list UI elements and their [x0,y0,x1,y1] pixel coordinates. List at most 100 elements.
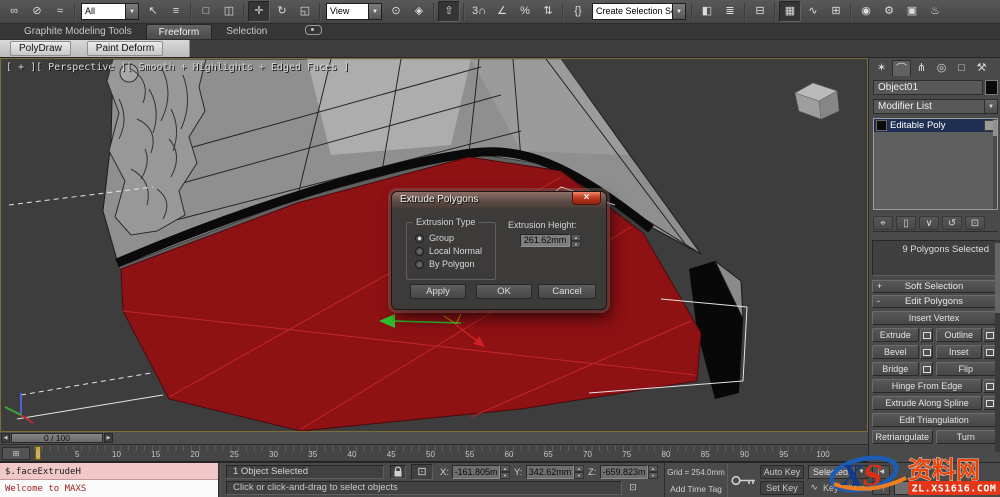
configure-modifier-sets-icon[interactable]: ⊡ [965,215,985,230]
edit-triangulation-button[interactable]: Edit Triangulation [872,413,996,427]
command-panel-tab-modify[interactable]: ⌒ [892,60,911,76]
keyboard-shortcut-override-icon[interactable]: ⇧ [438,1,460,22]
ribbon-panel-polydraw[interactable]: PolyDraw [10,41,71,56]
bevel-settings-button[interactable] [919,345,933,359]
rendered-frame-window-icon[interactable]: ▣ [901,1,923,22]
align-icon[interactable]: ≣ [719,1,741,22]
bridge-settings-button[interactable] [919,362,933,376]
snaps-toggle-3d-icon[interactable]: 3∩ [468,1,490,22]
dropdown-arrow-icon[interactable]: ▼ [368,4,381,19]
spinner-down-icon[interactable]: ▼ [500,472,510,479]
manage-layers-icon[interactable]: ⊟ [749,1,771,22]
hinge-from-edge-button[interactable]: Hinge From Edge [872,379,982,393]
graphite-modeling-tools-toggle-icon[interactable]: ▦ [779,1,801,22]
spinner-up-icon[interactable]: ▲ [648,465,658,472]
viewport-menu-pov[interactable]: [ Perspective ] [36,62,126,73]
select-by-name-icon[interactable]: ≡ [165,1,187,22]
ribbon-tab-freeform[interactable]: Freeform [145,24,213,39]
reference-coordinate-system-dropdown[interactable]: View ▼ [326,3,382,20]
flip-button[interactable]: Flip [935,362,996,376]
bevel-button[interactable]: Bevel [872,345,919,359]
ribbon-panel-paint-deform[interactable]: Paint Deform [86,41,164,56]
select-and-manipulate-icon[interactable]: ◈ [408,1,430,22]
outline-button[interactable]: Outline [935,328,982,342]
command-panel-tab-utilities[interactable]: ⚒ [972,60,991,76]
next-frame-button[interactable]: ▶ [104,433,113,443]
radio-option-local-normal[interactable]: Local Normal [415,246,482,256]
time-slider[interactable]: 0 / 100 [11,433,103,443]
track-bar[interactable]: ⊞ 0 5 10 15 20 25 30 35 40 45 50 55 60 65 70 75 80 85 90 95… [0,446,868,462]
viewport-menu-shading[interactable]: [ Smooth + Highlights + Edged Faces ] [126,62,349,73]
bind-to-space-warp-icon[interactable]: ≈ [49,1,71,22]
turn-button[interactable]: Turn [935,430,996,444]
x-coordinate-spinner[interactable]: ▲ ▼ [500,465,510,479]
edit-named-selection-sets-icon[interactable]: {} [567,1,589,22]
stack-scrollbar[interactable] [993,119,997,209]
dropdown-arrow-icon[interactable]: ▼ [984,100,997,113]
dropdown-arrow-icon[interactable]: ▼ [125,4,138,19]
ok-button[interactable]: OK [476,284,532,299]
pin-stack-icon[interactable]: ⌖ [873,215,893,230]
curve-editor-icon[interactable]: ∿ [802,1,824,22]
set-key-button[interactable]: Set Key [760,481,804,495]
stack-item-editable-poly[interactable]: Editable Poly [874,119,997,132]
selection-lock-toggle[interactable] [390,465,406,479]
command-panel-tab-create[interactable]: ✶ [872,60,891,76]
dropdown-arrow-icon[interactable]: ▼ [672,4,685,19]
select-and-scale-icon[interactable]: ◱ [294,1,316,22]
radio-option-by-polygon[interactable]: By Polygon [415,259,475,269]
spinner-down-icon[interactable]: ▼ [574,472,584,479]
radio-dot-by-polygon[interactable] [415,259,424,269]
spinner-snap-toggle-icon[interactable]: ⇅ [537,1,559,22]
bridge-button[interactable]: Bridge [872,362,919,376]
remove-modifier-icon[interactable]: ↺ [942,215,962,230]
rectangular-selection-region-icon[interactable]: □ [195,1,217,22]
percent-snap-toggle-icon[interactable]: % [514,1,536,22]
make-unique-icon[interactable]: ∨ [919,215,939,230]
rollout-soft-selection[interactable]: + Soft Selection [872,280,996,293]
maxscript-listener-line[interactable]: Welcome to MAXS [0,480,218,497]
named-selection-sets-dropdown[interactable]: Create Selection Se ▼ [592,3,686,20]
cancel-button[interactable]: Cancel [538,284,596,299]
selection-filter-dropdown[interactable]: All ▼ [81,3,139,20]
spinner-up-icon[interactable]: ▲ [571,234,581,241]
command-panel-scrollbar[interactable] [995,240,1000,452]
angle-snap-toggle-icon[interactable]: ∠ [491,1,513,22]
auto-key-button[interactable]: Auto Key [760,465,804,479]
render-setup-icon[interactable]: ⚙ [878,1,900,22]
z-coordinate-field[interactable]: -659.823m [600,465,648,479]
close-icon[interactable]: × [572,192,601,205]
extrusion-height-spinner[interactable]: ▲ ▼ [571,234,581,248]
object-color-swatch[interactable] [985,80,998,95]
use-pivot-point-center-icon[interactable]: ⊙ [385,1,407,22]
x-coordinate-field[interactable]: -161.805m [452,465,500,479]
schematic-view-icon[interactable]: ⊞ [825,1,847,22]
select-and-rotate-icon[interactable]: ↻ [271,1,293,22]
extrude-along-spline-button[interactable]: Extrude Along Spline [872,396,982,410]
key-tangent-icon[interactable]: ∿ [808,482,820,495]
stack-scrollbar-thumb[interactable] [993,120,997,136]
ribbon-tab-graphite-modeling-tools[interactable]: Graphite Modeling Tools [12,24,144,39]
command-panel-scrollbar-thumb[interactable] [995,243,1000,313]
command-panel-tab-motion[interactable]: ◎ [932,60,951,76]
select-and-link-icon[interactable]: ∞ [3,1,25,22]
spinner-down-icon[interactable]: ▼ [571,241,581,248]
spinner-up-icon[interactable]: ▲ [500,465,510,472]
object-name-field[interactable]: Object01 [873,80,983,95]
material-editor-icon[interactable]: ◉ [855,1,877,22]
command-panel-tab-hierarchy[interactable]: ⋔ [912,60,931,76]
spinner-up-icon[interactable]: ▲ [574,465,584,472]
y-coordinate-field[interactable]: 342.62mm [526,465,574,479]
previous-frame-button[interactable]: ◀ [1,433,10,443]
radio-dot-local-normal[interactable] [415,246,424,256]
z-coordinate-spinner[interactable]: ▲ ▼ [648,465,658,479]
unlink-selection-icon[interactable]: ⊘ [26,1,48,22]
radio-option-group[interactable]: Group [415,233,454,243]
render-production-icon[interactable]: ♨ [924,1,946,22]
absolute-offset-toggle[interactable]: ⊡ [411,464,433,480]
insert-vertex-button[interactable]: Insert Vertex [872,311,996,325]
ribbon-tab-selection[interactable]: Selection [214,24,279,39]
window-crossing-toggle-icon[interactable]: ◫ [218,1,240,22]
spinner-down-icon[interactable]: ▼ [648,472,658,479]
set-keys-button[interactable] [731,474,757,492]
